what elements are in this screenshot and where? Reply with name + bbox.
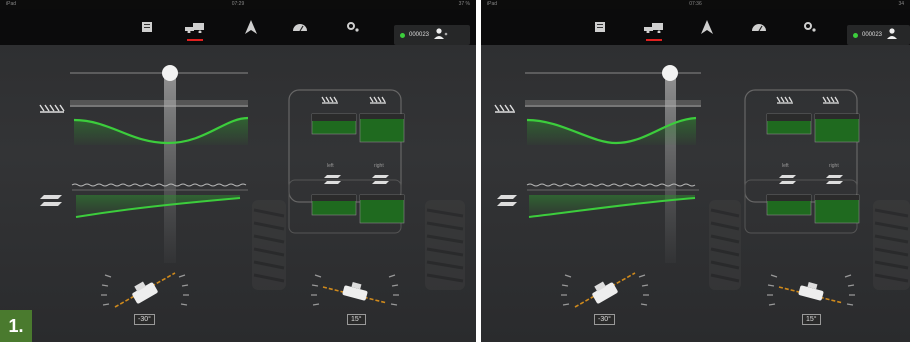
gauge-icon[interactable] xyxy=(287,15,313,39)
toolbar: 000023 xyxy=(0,9,476,45)
machine-id: 000023 xyxy=(409,32,430,38)
user-icon[interactable] xyxy=(887,26,898,44)
angle-left-value: -30° xyxy=(134,314,155,325)
active-tab-indicator xyxy=(646,39,662,41)
tilt-right-indicator xyxy=(767,274,855,306)
connection-status-dot xyxy=(400,32,405,38)
settings-icon[interactable] xyxy=(797,15,823,39)
label-left: left xyxy=(327,163,334,169)
reel-right-icon xyxy=(822,96,839,104)
active-tab-indicator xyxy=(187,39,203,41)
right-panel xyxy=(288,89,402,203)
label-right: right xyxy=(829,163,839,169)
toolbar: 000023 xyxy=(481,9,910,45)
status-bar: iPad 07:36 34 xyxy=(481,0,910,9)
header-control-view xyxy=(494,65,910,308)
navigation-icon[interactable] xyxy=(694,15,720,39)
slider-handle xyxy=(662,65,678,81)
tire-right-decor xyxy=(425,200,465,290)
cutter-icon xyxy=(40,195,62,206)
machine-id: 000023 xyxy=(862,32,883,38)
status-bar: iPad 07:29 37 % xyxy=(0,0,476,9)
angle-right-value: 15° xyxy=(347,314,366,325)
reel-icon xyxy=(494,104,515,113)
right-panel xyxy=(744,89,858,203)
machine-icon[interactable] xyxy=(641,15,667,41)
reel-icon xyxy=(39,104,65,113)
machine-icon[interactable] xyxy=(182,15,208,41)
clock: 07:36 xyxy=(689,1,702,7)
user-icon[interactable] xyxy=(434,26,448,44)
tilt-left-indicator xyxy=(101,272,189,308)
slider-handle xyxy=(162,65,178,81)
settings-icon[interactable] xyxy=(340,15,366,39)
label-left: left xyxy=(782,163,789,169)
tire-right-decor xyxy=(873,200,910,290)
tilt-left-indicator xyxy=(561,272,649,308)
reel-left-icon xyxy=(776,96,793,104)
screen-1: iPad 07:29 37 % 000023 left right -30° 1… xyxy=(0,0,476,342)
navigation-icon[interactable] xyxy=(238,15,264,39)
tilt-right-indicator xyxy=(311,274,399,306)
cutter-bar xyxy=(71,183,247,187)
machine-id-badge[interactable]: 000023 xyxy=(847,25,910,45)
header-bar xyxy=(70,100,248,105)
clock: 07:29 xyxy=(231,1,245,7)
connection-status-dot xyxy=(853,32,858,38)
battery: 34 xyxy=(898,1,904,7)
angle-right-value: 15° xyxy=(802,314,821,325)
figure-badge: 1. xyxy=(0,310,32,342)
center-line xyxy=(665,73,676,263)
gauge-icon[interactable] xyxy=(746,15,772,39)
header-control-view xyxy=(39,65,465,308)
battery: 37 % xyxy=(458,1,470,7)
angle-left-value: -30° xyxy=(594,314,615,325)
cutter-icon xyxy=(497,195,517,206)
notes-icon[interactable] xyxy=(587,15,613,39)
reel-left-icon xyxy=(321,96,338,104)
tire-left-decor xyxy=(709,200,741,290)
machine-id-badge[interactable]: 000023 xyxy=(394,25,470,45)
notes-icon[interactable] xyxy=(134,15,160,39)
label-right: right xyxy=(374,163,384,169)
screen-2: iPad 07:36 34 000023 left right -30° 15° xyxy=(481,0,910,342)
tire-left-decor xyxy=(252,200,286,290)
reel-right-icon xyxy=(369,96,386,104)
center-line xyxy=(164,73,176,263)
